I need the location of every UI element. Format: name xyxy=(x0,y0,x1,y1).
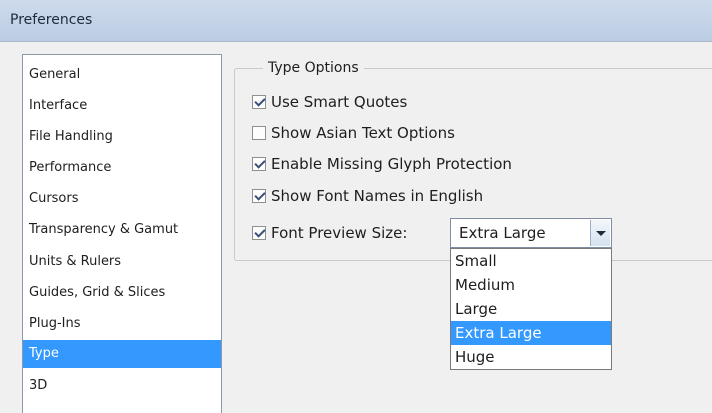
sidebar-item-units-rulers[interactable]: Units & Rulers xyxy=(23,248,221,276)
dropdown-option-huge[interactable]: Huge xyxy=(451,345,611,369)
sidebar-item-guides-grid-slices[interactable]: Guides, Grid & Slices xyxy=(23,279,221,307)
dropdown-option-small[interactable]: Small xyxy=(451,249,611,273)
show-font-names-in-english-label[interactable]: Show Font Names in English xyxy=(271,187,483,205)
show-asian-text-options-checkbox[interactable] xyxy=(252,126,266,140)
enable-missing-glyph-protection-option[interactable]: Enable Missing Glyph Protection xyxy=(252,153,512,175)
dropdown-option-medium[interactable]: Medium xyxy=(451,273,611,297)
sidebar-item-type[interactable]: Type xyxy=(23,340,221,368)
font-preview-size-checkbox[interactable] xyxy=(252,226,266,240)
enable-missing-glyph-protection-checkbox[interactable] xyxy=(252,157,266,171)
sidebar-item-interface[interactable]: Interface xyxy=(23,92,221,120)
font-preview-size-option[interactable]: Font Preview Size: xyxy=(252,222,407,244)
sidebar-item-plug-ins[interactable]: Plug-Ins xyxy=(23,310,221,338)
show-asian-text-options-label[interactable]: Show Asian Text Options xyxy=(271,124,455,142)
font-preview-size-value: Extra Large xyxy=(459,224,546,242)
use-smart-quotes-label[interactable]: Use Smart Quotes xyxy=(271,93,407,111)
sidebar-item-3d[interactable]: 3D xyxy=(23,372,221,400)
dropdown-option-extra-large[interactable]: Extra Large xyxy=(451,321,611,345)
sidebar-item-general[interactable]: General xyxy=(23,61,221,89)
use-smart-quotes-checkbox[interactable] xyxy=(252,95,266,109)
font-preview-size-select[interactable]: Extra Large xyxy=(450,218,612,248)
show-asian-text-options-option[interactable]: Show Asian Text Options xyxy=(252,122,455,144)
preferences-category-list[interactable]: General Interface File Handling Performa… xyxy=(22,54,222,413)
sidebar-item-file-handling[interactable]: File Handling xyxy=(23,123,221,151)
font-preview-size-dropdown[interactable]: Small Medium Large Extra Large Huge xyxy=(450,248,612,370)
font-preview-size-label[interactable]: Font Preview Size: xyxy=(271,224,407,242)
type-options-legend: Type Options xyxy=(263,58,364,78)
show-font-names-in-english-checkbox[interactable] xyxy=(252,189,266,203)
use-smart-quotes-option[interactable]: Use Smart Quotes xyxy=(252,91,407,113)
show-font-names-in-english-option[interactable]: Show Font Names in English xyxy=(252,185,483,207)
enable-missing-glyph-protection-label[interactable]: Enable Missing Glyph Protection xyxy=(271,155,512,173)
chevron-down-icon[interactable] xyxy=(590,220,610,246)
sidebar-item-performance[interactable]: Performance xyxy=(23,154,221,182)
dropdown-option-large[interactable]: Large xyxy=(451,297,611,321)
window-title: Preferences xyxy=(10,12,93,28)
sidebar-item-cursors[interactable]: Cursors xyxy=(23,185,221,213)
sidebar-item-transparency-gamut[interactable]: Transparency & Gamut xyxy=(23,216,221,244)
title-bar: Preferences xyxy=(0,0,712,42)
